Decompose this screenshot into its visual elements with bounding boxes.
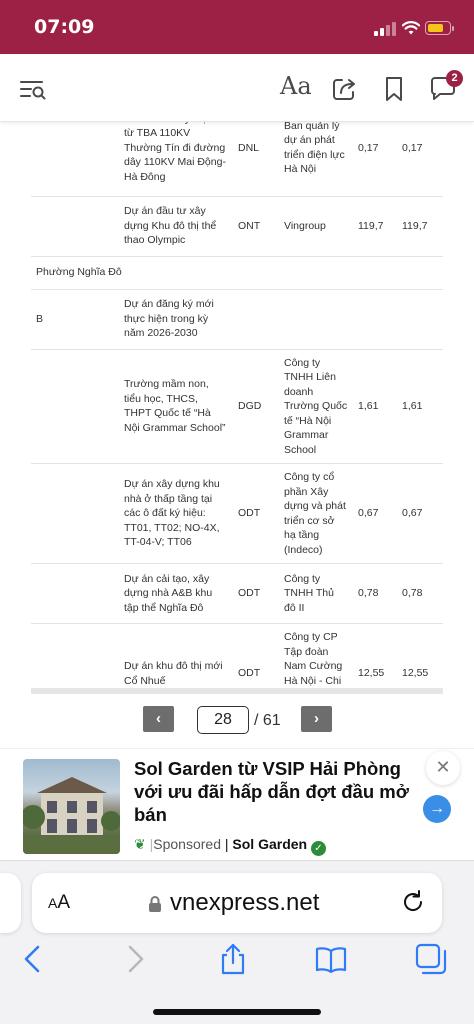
- table-cell-c4: Công ty cổ phần Xây dựng và phát triển c…: [279, 463, 353, 564]
- home-indicator: [153, 1009, 321, 1015]
- cellular-signal-icon: [374, 22, 396, 36]
- table-cell-c5: 1,61: [353, 349, 397, 464]
- sponsored-label: Sponsored: [153, 836, 221, 852]
- table-cell-c5: 119,7: [353, 196, 397, 257]
- table-row: Trường mầm non, tiểu học, THCS, THPT Quố…: [31, 349, 443, 464]
- bookmarks-icon[interactable]: [314, 942, 348, 976]
- table-cell-c2: Dự án cải tạo, xây dựng nhà A&B khu tập …: [119, 563, 233, 624]
- article-toolbar: Aa 2: [0, 54, 474, 122]
- page-settings-button[interactable]: AA: [48, 892, 70, 914]
- table-cell-c3: ODT: [233, 623, 279, 694]
- table-cell-c4: Công ty TNHH Liên doanh Trường Quốc tế “…: [279, 349, 353, 464]
- table-cell-c2: Dự án xây dựng khu nhà ở thấp tầng tại c…: [119, 463, 233, 564]
- tabs-icon[interactable]: [414, 942, 448, 976]
- font-size-button[interactable]: Aa: [280, 72, 312, 100]
- table-row: Dự án đầu tư xây dựng Khu đô thị thể tha…: [31, 196, 443, 257]
- table-cell-c3: ODT: [233, 563, 279, 624]
- share-sheet-icon[interactable]: [216, 942, 250, 976]
- table-cell-c1: [31, 563, 119, 624]
- status-bar: 07:09: [0, 0, 474, 54]
- share-icon[interactable]: [330, 74, 360, 104]
- sponsored-ad[interactable]: Sol Garden từ VSIP Hải Phòng với ưu đãi …: [0, 748, 474, 860]
- table-cell-c1: [31, 623, 119, 694]
- menu-search-icon[interactable]: [18, 74, 48, 104]
- table-cell-c3: ONT: [233, 196, 279, 257]
- table-row: Dự án xây dựng khu nhà ở thấp tầng tại c…: [31, 463, 443, 564]
- table-cell-c5: 0,78: [353, 563, 397, 624]
- table-cell-c4: Công ty TNHH Thủ đô II: [279, 563, 353, 624]
- table-cell-c4: Công ty CP Tập đoàn Nam Cường Hà Nội - C…: [279, 623, 353, 694]
- ad-image[interactable]: [23, 759, 120, 854]
- article-content: tải và trên dây mạch 2 từ TBA 110KV Thườ…: [0, 122, 474, 694]
- table-cell-c2: Dự án đăng ký mới thực hiện trong kỳ năm…: [119, 289, 233, 350]
- table-cell-c4: Vingroup: [279, 196, 353, 257]
- page-number-input[interactable]: 28: [197, 706, 249, 734]
- table-cell-c1: [31, 463, 119, 564]
- section-label: Phường Nghĩa Đô: [31, 256, 443, 290]
- status-time: 07:09: [34, 16, 95, 38]
- table-cell-c6: [397, 289, 443, 350]
- table-cell-c3: ODT: [233, 463, 279, 564]
- lock-icon: [149, 896, 161, 912]
- ad-title[interactable]: Sol Garden từ VSIP Hải Phòng với ưu đãi …: [134, 757, 414, 826]
- table-cell-c6: 0,78: [397, 563, 443, 624]
- table-scrollbar-track[interactable]: [31, 688, 443, 694]
- table-cell-c2: Dự án đầu tư xây dựng Khu đô thị thể tha…: [119, 196, 233, 257]
- table-cell-c6: 12,55: [397, 623, 443, 694]
- table-cell-c5: 0,17: [353, 122, 397, 197]
- table-row: Dự án khu đô thị mới Cổ Nhuế ODT Công ty C…: [31, 623, 443, 694]
- url-text[interactable]: vnexpress.net: [170, 889, 319, 917]
- next-page-button[interactable]: ›: [301, 706, 332, 732]
- table-cell-c5: 12,55: [353, 623, 397, 694]
- table-cell-c4: Ban quản lý dự án phát triển điện lực Hà…: [279, 122, 353, 197]
- ad-open-arrow-icon[interactable]: →: [423, 795, 451, 823]
- address-bar[interactable]: AA vnexpress.net: [32, 873, 442, 933]
- bookmark-icon[interactable]: [380, 74, 410, 104]
- table-cell-c1: [31, 196, 119, 257]
- table-cell-c3: [233, 289, 279, 350]
- advertiser-name: Sol Garden: [232, 836, 308, 852]
- table-cell-c3: DGD: [233, 349, 279, 464]
- table-row: Dự án cải tạo, xây dựng nhà A&B khu tập …: [31, 563, 443, 624]
- forward-icon[interactable]: [118, 942, 152, 976]
- table-cell-c2: Trường mầm non, tiểu học, THCS, THPT Quố…: [119, 349, 233, 464]
- table-cell-c2: tải và trên dây mạch 2 từ TBA 110KV Thườ…: [119, 122, 233, 197]
- table-cell-c1: B: [31, 289, 119, 350]
- verified-icon: ✓: [310, 841, 326, 856]
- table-cell-c6: 1,61: [397, 349, 443, 464]
- table-section-row: Phường Nghĩa Đô: [31, 256, 443, 290]
- pagination: ‹ 28 / 61 ›: [0, 704, 474, 736]
- table-row: tải và trên dây mạch 2 từ TBA 110KV Thườ…: [31, 122, 443, 197]
- wifi-icon: [402, 21, 420, 35]
- page-total: / 61: [254, 712, 281, 729]
- table-cell-c3: DNL: [233, 122, 279, 197]
- table-cell-c6: 0,67: [397, 463, 443, 564]
- table-cell-c6: 119,7: [397, 196, 443, 257]
- table-cell-c4: [279, 289, 353, 350]
- table-row: B Dự án đăng ký mới thực hiện trong kỳ nă…: [31, 289, 443, 350]
- table-cell-c2: Dự án khu đô thị mới Cổ Nhuế: [119, 623, 233, 694]
- table-cell-c6: 0,17: [397, 122, 443, 197]
- comment-count-badge: 2: [446, 70, 463, 87]
- prev-page-button[interactable]: ‹: [143, 706, 174, 732]
- table-cell-c5: 0,67: [353, 463, 397, 564]
- battery-icon: [425, 21, 454, 35]
- table-cell-c1: [31, 349, 119, 464]
- back-icon[interactable]: [16, 942, 50, 976]
- table-cell-c1: [31, 122, 119, 197]
- ad-meta: ❦ |Sponsored | Sol Garden ✓: [134, 836, 326, 856]
- ad-close-button[interactable]: ✕: [426, 751, 460, 785]
- table-cell-c5: [353, 289, 397, 350]
- leaf-icon: ❦: [134, 836, 146, 852]
- project-table: tải và trên dây mạch 2 từ TBA 110KV Thườ…: [31, 122, 443, 694]
- reload-icon[interactable]: [400, 889, 426, 915]
- previous-tab-peek[interactable]: [0, 873, 21, 933]
